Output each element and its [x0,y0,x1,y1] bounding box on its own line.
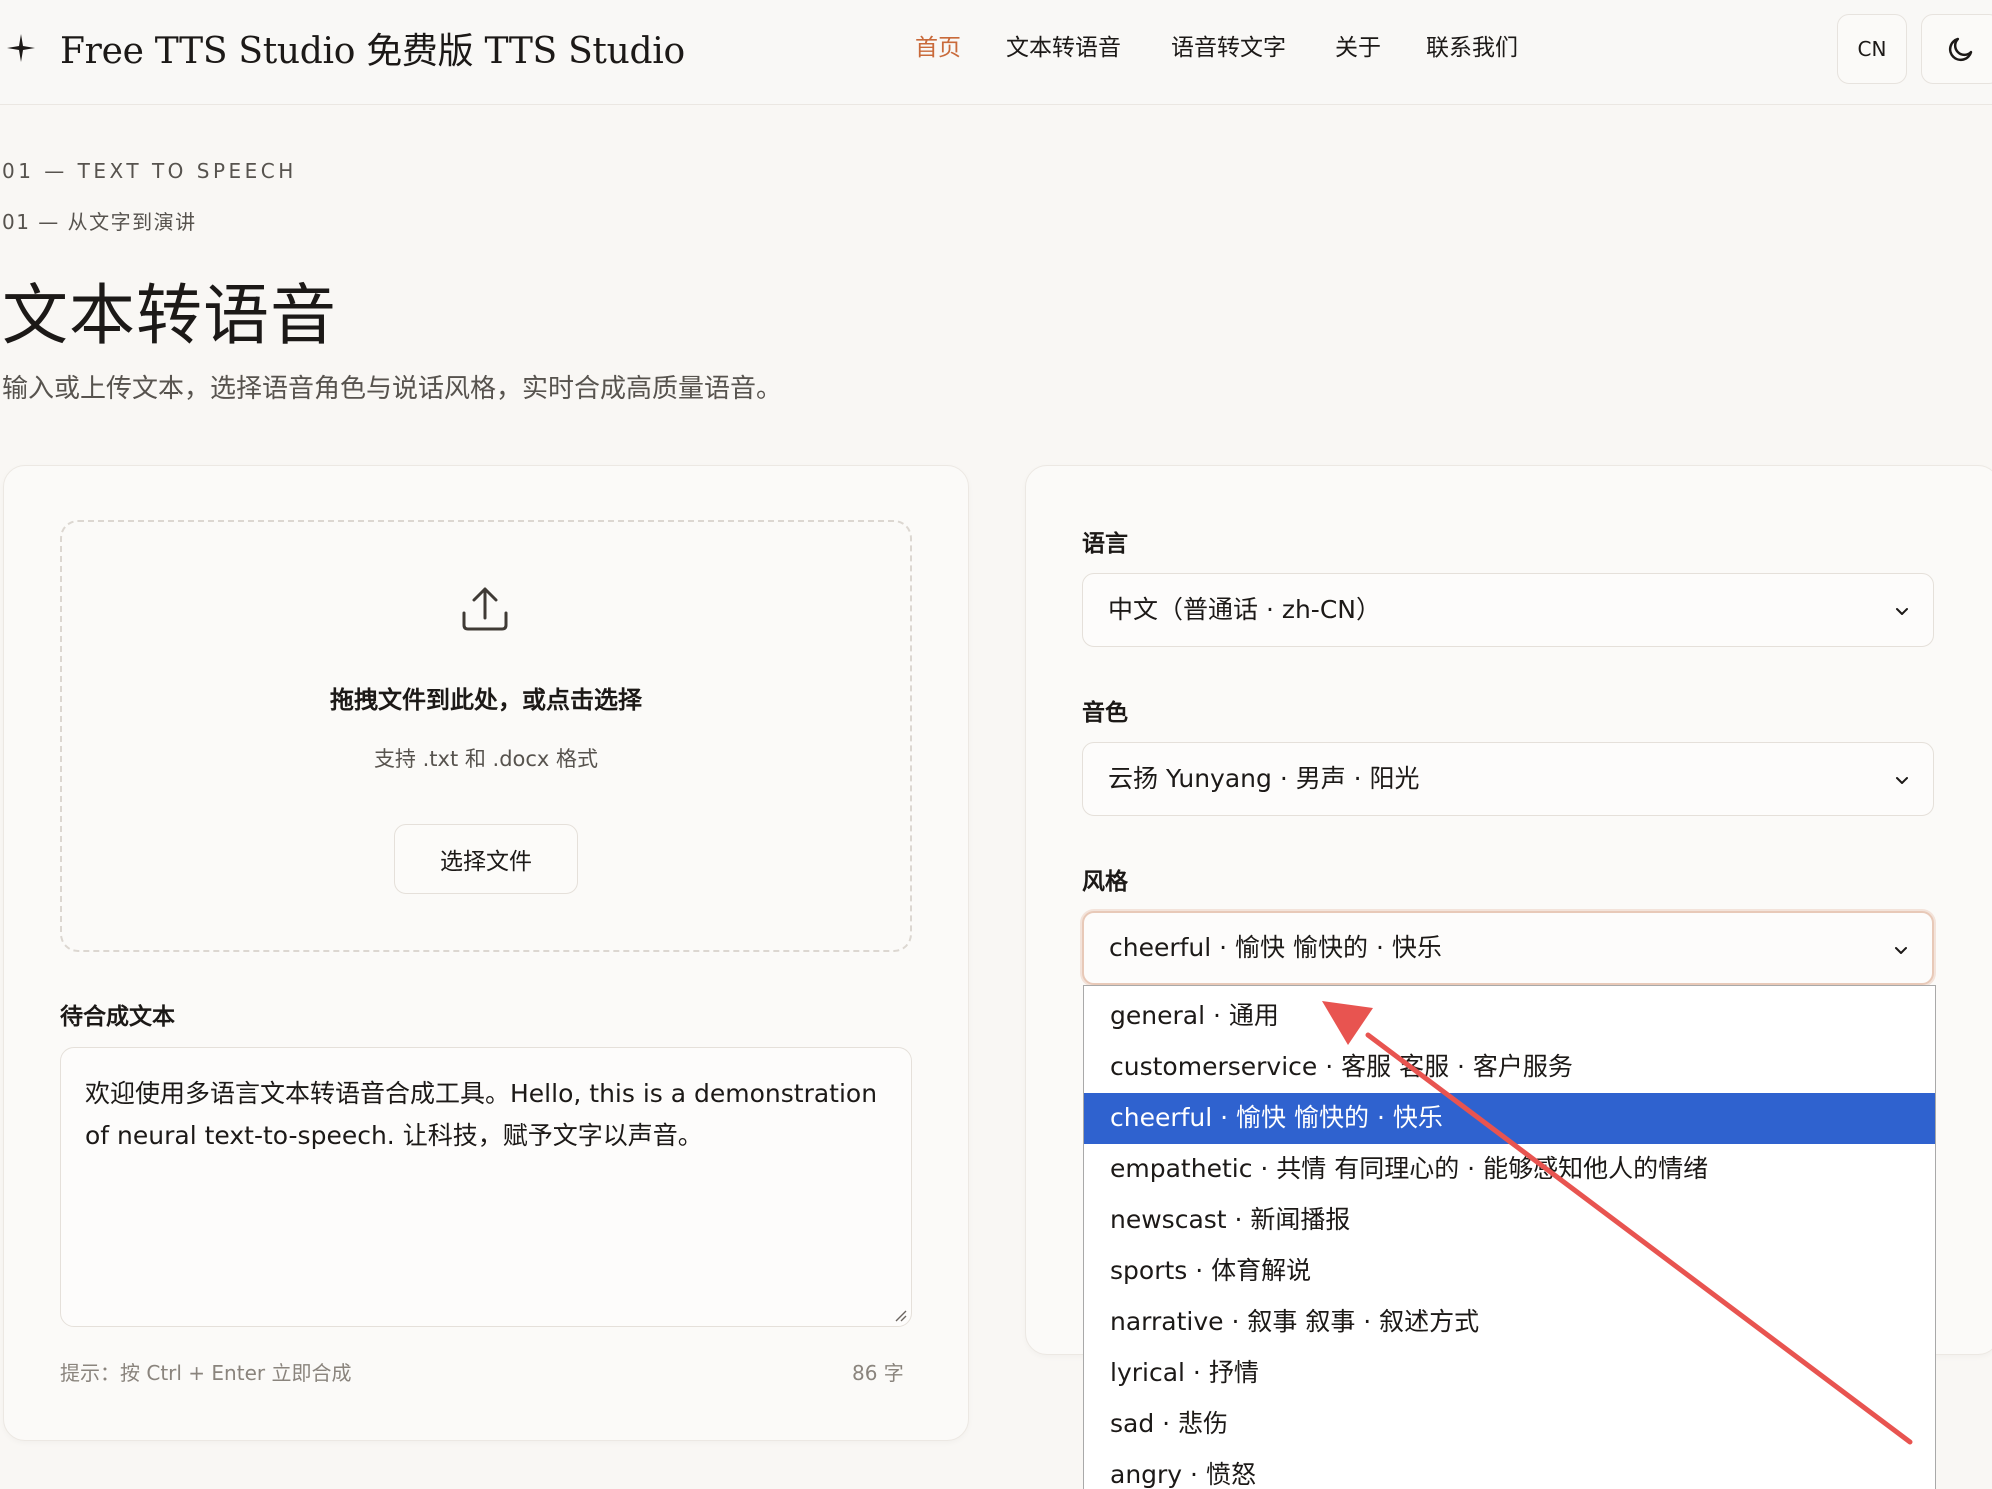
style-option[interactable]: narrative · 叙事 叙事 · 叙述方式 [1084,1297,1935,1348]
dropzone-title: 拖拽文件到此处，或点击选择 [330,686,642,714]
language-select-value: 中文（普通话 · zh-CN） [1108,595,1381,624]
nav-item-stt[interactable]: 语音转文字 [1171,30,1286,66]
theme-toggle-button[interactable] [1921,14,1992,84]
top-header: Free TTS Studio 免费版 TTS Studio 首页 文本转语音 … [0,0,1992,105]
page-title: 文本转语音 [2,277,337,354]
style-option[interactable]: general · 通用 [1084,991,1935,1042]
voice-label: 音色 [1082,700,1128,726]
page-subtitle: 输入或上传文本，选择语音角色与说话风格，实时合成高质量语音。 [2,374,783,404]
moon-icon [1948,37,1973,62]
text-input-value: 欢迎使用多语言文本转语音合成工具。Hello, this is a demons… [85,1079,878,1150]
style-dropdown-list: general · 通用 customerservice · 客服 客服 · 客… [1083,985,1936,1489]
nav-item-tts[interactable]: 文本转语音 [1006,30,1121,66]
char-count: 86 字 [852,1361,904,1385]
resize-handle-icon[interactable] [893,1308,907,1322]
dropzone-hint: 支持 .txt 和 .docx 格式 [373,747,599,771]
style-option[interactable]: newscast · 新闻播报 [1084,1195,1935,1246]
chevron-down-icon [1895,947,1907,954]
nav-item-home[interactable]: 首页 [915,30,961,66]
voice-select[interactable]: 云扬 Yunyang · 男声 · 阳光 [1082,742,1934,816]
style-option[interactable]: angry · 愤怒 [1084,1450,1935,1489]
shortcut-hint: 提示：按 Ctrl + Enter 立即合成 [60,1361,352,1385]
main-nav: 首页 文本转语音 语音转文字 关于 联系我们 [0,30,1992,70]
style-option[interactable]: customerservice · 客服 客服 · 客户服务 [1084,1042,1935,1093]
section-eyebrow-zh: 01 — 从文字到演讲 [2,210,197,234]
nav-item-about[interactable]: 关于 [1335,30,1381,66]
upload-icon [462,587,508,631]
style-option[interactable]: sports · 体育解说 [1084,1246,1935,1297]
text-input[interactable]: 欢迎使用多语言文本转语音合成工具。Hello, this is a demons… [60,1047,912,1327]
text-input-label: 待合成文本 [60,1004,175,1030]
nav-item-contact[interactable]: 联系我们 [1426,30,1518,66]
chevron-down-icon [1896,608,1908,615]
page: Free TTS Studio 免费版 TTS Studio 首页 文本转语音 … [0,0,1992,1489]
choose-file-button[interactable]: 选择文件 [394,824,578,894]
style-option[interactable]: empathetic · 共情 有同理心的 · 能够感知他人的情绪 [1084,1144,1935,1195]
language-toggle-button[interactable]: CN [1837,14,1907,84]
voice-select-value: 云扬 Yunyang · 男声 · 阳光 [1108,764,1420,793]
style-option-selected[interactable]: cheerful · 愉快 愉快的 · 快乐 [1084,1093,1935,1144]
style-option[interactable]: lyrical · 抒情 [1084,1348,1935,1399]
chevron-down-icon [1896,777,1908,784]
language-label: 语言 [1082,531,1128,557]
style-label: 风格 [1082,869,1128,895]
style-select[interactable]: cheerful · 愉快 愉快的 · 快乐 [1082,911,1934,985]
style-select-value: cheerful · 愉快 愉快的 · 快乐 [1109,933,1442,962]
style-option[interactable]: sad · 悲伤 [1084,1399,1935,1450]
language-select[interactable]: 中文（普通话 · zh-CN） [1082,573,1934,647]
section-eyebrow-en: 01 — TEXT TO SPEECH [2,159,297,183]
